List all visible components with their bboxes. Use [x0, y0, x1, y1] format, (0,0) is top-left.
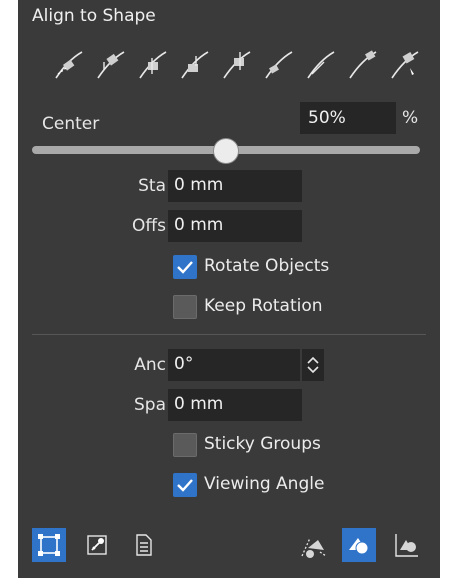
align-to-shape-panel: Align to Shape Center 50% % Sta 0 mm Off… — [18, 0, 440, 578]
viewing-angle-label: Viewing Angle — [204, 474, 325, 494]
position-percent-input[interactable]: 50% — [300, 102, 396, 134]
offset-label: Offs — [132, 216, 166, 236]
align-mode-9-icon[interactable] — [388, 44, 422, 84]
key-icon[interactable] — [80, 528, 114, 562]
document-icon[interactable] — [126, 528, 160, 562]
sticky-groups-checkbox[interactable] — [173, 433, 197, 457]
angle-spinner-button[interactable] — [301, 349, 324, 381]
start-input[interactable]: 0 mm — [168, 170, 302, 202]
position-slider-thumb[interactable] — [214, 139, 238, 163]
position-label: Center — [42, 114, 100, 134]
shape-above-path-icon[interactable] — [390, 528, 424, 562]
sticky-groups-label: Sticky Groups — [204, 434, 321, 454]
align-mode-7-icon[interactable] — [304, 44, 338, 84]
percent-unit-label: % — [402, 108, 419, 128]
viewing-angle-checkbox[interactable] — [173, 473, 197, 497]
align-mode-6-icon[interactable] — [262, 44, 296, 84]
frame-select-icon[interactable] — [32, 528, 66, 562]
up-down-chevron-icon — [307, 356, 319, 374]
section-divider — [32, 334, 426, 335]
spacing-label: Spa — [134, 395, 166, 415]
rotate-objects-label: Rotate Objects — [204, 256, 330, 276]
panel-title: Align to Shape — [32, 6, 156, 26]
keep-rotation-label: Keep Rotation — [204, 296, 323, 316]
align-mode-5-icon[interactable] — [220, 44, 254, 84]
align-mode-4-icon[interactable] — [178, 44, 212, 84]
keep-rotation-checkbox[interactable] — [173, 295, 197, 319]
align-mode-8-icon[interactable] — [346, 44, 380, 84]
offset-input[interactable]: 0 mm — [168, 210, 302, 242]
checkmark-icon — [177, 479, 193, 492]
align-mode-2-icon[interactable] — [94, 44, 128, 84]
angle-input[interactable]: 0° — [168, 349, 300, 381]
start-label: Sta — [138, 176, 166, 196]
object-on-path-icon[interactable] — [296, 528, 330, 562]
angle-label: Anc — [134, 355, 166, 375]
align-mode-row — [52, 44, 422, 84]
align-mode-3-icon[interactable] — [136, 44, 170, 84]
shape-overlap-icon[interactable] — [342, 528, 376, 562]
rotate-objects-checkbox[interactable] — [173, 255, 197, 279]
checkmark-icon — [177, 261, 193, 274]
spacing-input[interactable]: 0 mm — [168, 389, 302, 421]
align-mode-1-icon[interactable] — [52, 44, 86, 84]
